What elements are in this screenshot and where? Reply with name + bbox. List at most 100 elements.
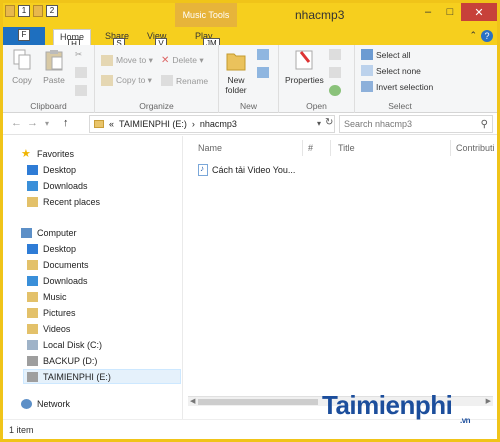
edit-button[interactable] xyxy=(329,67,341,78)
nav-computer-label: Computer xyxy=(37,227,77,238)
downloads-icon xyxy=(27,275,38,286)
properties-button[interactable]: Properties xyxy=(285,48,324,85)
tab-file[interactable]: F xyxy=(3,27,45,45)
breadcrumb-folder[interactable]: nhacmp3 xyxy=(200,119,237,129)
file-list: Name # Title Contributi Cách tải Video Y… xyxy=(184,136,497,406)
select-all-label: Select all xyxy=(376,49,411,60)
organize-group-label: Organize xyxy=(139,101,174,111)
collapse-ribbon-icon[interactable]: ⌃ xyxy=(469,30,477,41)
copy-to-icon xyxy=(101,75,113,86)
move-to-button[interactable]: Move to ▾ xyxy=(101,55,153,66)
nav-fav-desktop[interactable]: Desktop xyxy=(27,162,181,177)
select-none-button[interactable]: Select none xyxy=(361,65,421,76)
tab-home[interactable]: Home H xyxy=(53,29,92,51)
nav-comp-backup-label: BACKUP (D:) xyxy=(43,355,98,366)
column-contributing-artists[interactable]: Contributi xyxy=(456,143,495,153)
scroll-left-icon[interactable]: ◀ xyxy=(190,397,195,405)
cut-button[interactable]: ✂ xyxy=(75,49,82,60)
paste-button[interactable]: Paste xyxy=(43,48,65,85)
refresh-icon[interactable]: ↻ xyxy=(325,117,333,128)
ribbon: Copy Paste ✂ Clipboard Move to ▾ ✕ Delet… xyxy=(3,45,497,113)
address-dropdown-icon[interactable]: ▾ xyxy=(317,119,321,128)
nav-comp-documents[interactable]: Documents xyxy=(27,257,181,272)
nav-comp-downloads[interactable]: Downloads xyxy=(27,273,181,288)
close-button[interactable]: ✕ xyxy=(461,3,497,21)
invert-selection-icon xyxy=(361,81,373,92)
select-group-label: Select xyxy=(388,101,412,111)
group-organize: Move to ▾ ✕ Delete ▾ Copy to ▾ Rename Or… xyxy=(95,45,219,113)
tab-view[interactable]: View V xyxy=(141,29,172,50)
nav-comp-pictures[interactable]: Pictures xyxy=(27,305,181,320)
copy-path-icon xyxy=(75,67,87,78)
address-bar[interactable]: « TAIMIENPHI (E:) › nhacmp3 xyxy=(89,115,335,133)
invert-selection-button[interactable]: Invert selection xyxy=(361,81,433,92)
list-item[interactable]: Cách tải Video You... xyxy=(198,164,295,176)
column-separator[interactable] xyxy=(330,140,331,156)
nav-fav-downloads[interactable]: Downloads xyxy=(27,178,181,193)
delete-label: Delete ▾ xyxy=(172,55,204,65)
paste-label: Paste xyxy=(43,75,65,85)
copy-label: Copy xyxy=(12,75,32,85)
recent-locations-icon[interactable]: ▾ xyxy=(45,119,49,128)
status-bar: 1 item xyxy=(3,419,497,439)
open-button[interactable] xyxy=(329,49,341,60)
select-all-icon xyxy=(361,49,373,60)
desktop-icon xyxy=(27,164,38,175)
maximize-button[interactable]: □ xyxy=(439,3,461,21)
copy-button[interactable]: Copy xyxy=(11,48,33,85)
rename-label: Rename xyxy=(176,75,209,86)
taimienphi-logo: Taimienphi .vn xyxy=(322,390,471,425)
breadcrumb-separator[interactable]: › xyxy=(192,119,195,129)
column-separator[interactable] xyxy=(302,140,303,156)
new-item-button[interactable] xyxy=(257,49,269,60)
nav-comp-taimienphi[interactable]: TAIMIENPHI (E:) xyxy=(23,369,181,384)
column-separator[interactable] xyxy=(450,140,451,156)
address-prefix: « xyxy=(109,119,115,129)
tab-play[interactable]: Play JM xyxy=(189,29,220,50)
column-number[interactable]: # xyxy=(308,143,313,153)
folder-icon[interactable] xyxy=(5,5,15,17)
music-icon xyxy=(27,291,38,302)
rename-button[interactable]: Rename xyxy=(161,75,208,86)
search-placeholder: Search nhacmp3 xyxy=(344,119,413,129)
scroll-right-icon[interactable]: ▶ xyxy=(486,397,491,405)
easy-access-button[interactable] xyxy=(257,67,269,78)
copy-path-button[interactable] xyxy=(75,67,87,78)
audio-file-icon xyxy=(198,164,208,176)
nav-comp-local-disk[interactable]: Local Disk (C:) xyxy=(27,337,181,352)
forward-arrow-icon[interactable]: → xyxy=(27,117,38,129)
select-none-icon xyxy=(361,65,373,76)
help-icon[interactable]: ? xyxy=(481,30,493,42)
nav-computer[interactable]: Computer xyxy=(21,225,181,240)
select-all-button[interactable]: Select all xyxy=(361,49,411,60)
copy-to-button[interactable]: Copy to ▾ xyxy=(101,75,152,86)
history-button[interactable] xyxy=(329,85,341,96)
search-input[interactable]: Search nhacmp3 ⚲ xyxy=(339,115,493,133)
column-name[interactable]: Name xyxy=(198,143,222,153)
tab-share[interactable]: Share S xyxy=(99,29,135,50)
minimize-button[interactable]: – xyxy=(417,3,439,21)
nav-comp-backup[interactable]: BACKUP (D:) xyxy=(27,353,181,368)
scroll-thumb[interactable] xyxy=(198,399,318,405)
computer-icon xyxy=(21,227,32,238)
delete-button[interactable]: ✕ Delete ▾ xyxy=(161,55,204,66)
new-folder-button[interactable]: New folder xyxy=(225,48,247,95)
group-select: Select all Select none Invert selection … xyxy=(355,45,445,113)
back-arrow-icon[interactable]: ← xyxy=(11,117,22,129)
open-group-label: Open xyxy=(306,101,327,111)
nav-fav-recent[interactable]: Recent places xyxy=(27,194,181,209)
nav-comp-videos[interactable]: Videos xyxy=(27,321,181,336)
explorer-window: 1 2 Music Tools nhacmp3 – □ ✕ F Home H S… xyxy=(0,0,500,442)
up-arrow-icon[interactable]: ↑ xyxy=(63,117,69,129)
nav-network[interactable]: Network xyxy=(21,396,181,411)
properties-icon[interactable] xyxy=(33,5,43,17)
drive-icon xyxy=(27,339,38,350)
logo-suffix: .vn xyxy=(460,416,471,425)
open-icon xyxy=(329,49,341,60)
breadcrumb-drive[interactable]: TAIMIENPHI (E:) xyxy=(119,119,187,129)
column-title[interactable]: Title xyxy=(338,143,355,153)
nav-favorites[interactable]: ★ Favorites xyxy=(21,146,181,161)
nav-comp-music[interactable]: Music xyxy=(27,289,181,304)
paste-shortcut-button[interactable] xyxy=(75,85,87,96)
nav-comp-desktop[interactable]: Desktop xyxy=(27,241,181,256)
